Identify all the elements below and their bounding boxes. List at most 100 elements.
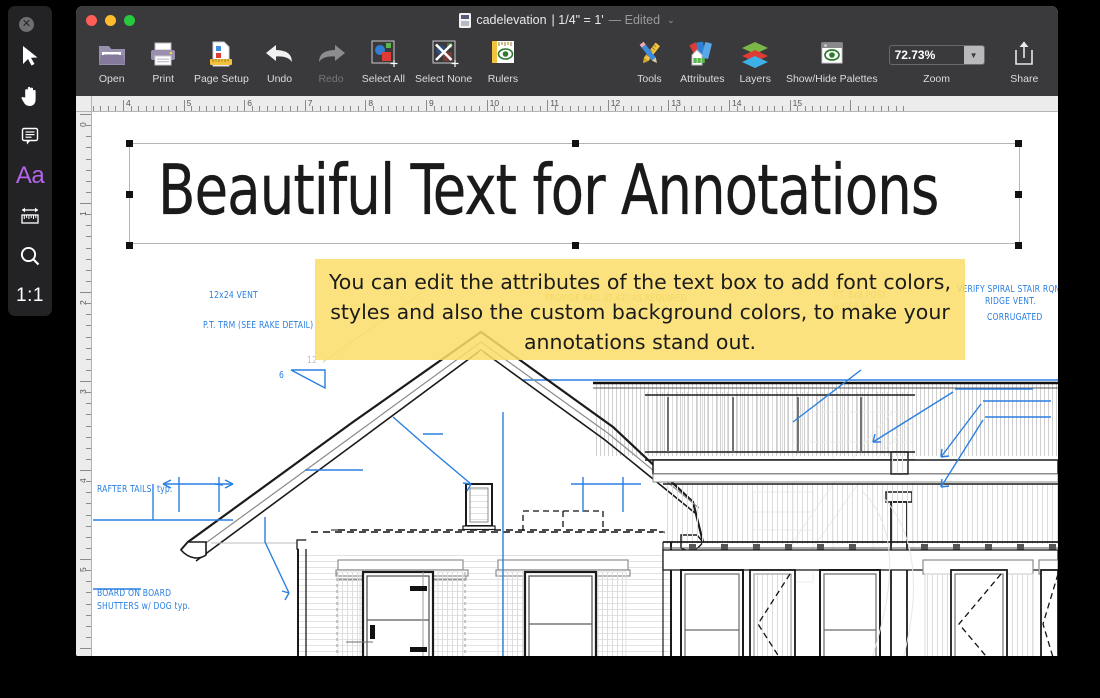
hand-icon	[21, 86, 36, 106]
ruler-tick	[229, 106, 231, 111]
toolbar-attributes-button[interactable]: Attributes	[675, 37, 729, 85]
ruler-tick	[327, 106, 329, 111]
ruler-tick	[532, 106, 534, 111]
ruler-tick	[668, 100, 670, 111]
ruler-tick	[86, 180, 91, 182]
ruler-tick	[153, 106, 155, 111]
ruler-tick	[86, 169, 91, 171]
toolbar: Open Print Page Setup Undo Redo Select A…	[76, 34, 1058, 96]
cad-annotation-4: SHUTTERS w/ DOG typ.	[97, 601, 191, 613]
ruler-tick	[86, 225, 91, 227]
resize-handle-sw[interactable]	[126, 242, 133, 249]
resize-handle-nw[interactable]	[126, 140, 133, 147]
ruler-label: 15	[792, 98, 803, 108]
close-button[interactable]	[86, 15, 97, 26]
toolbar-layers-button[interactable]: Layers	[729, 37, 780, 85]
ruler-tick	[388, 106, 390, 111]
measure-tool[interactable]	[8, 196, 52, 236]
ruler-tick	[206, 106, 208, 111]
resize-handle-n[interactable]	[572, 140, 579, 147]
actual-size-label: 1:1	[16, 285, 44, 306]
ruler-tick	[585, 106, 587, 111]
ruler-tick	[86, 403, 91, 405]
horizontal-ruler[interactable]: 4 5 6 7 8 9 10 11 12 13 14 15	[76, 96, 1058, 112]
minimize-button[interactable]	[105, 15, 116, 26]
toolbar-page-setup-button[interactable]: Page Setup	[189, 37, 254, 85]
toolbar-tools-button[interactable]: Tools	[624, 37, 675, 85]
select-all-icon	[367, 37, 399, 71]
ruler-tick	[244, 100, 246, 111]
toolbar-print-label: Print	[152, 73, 174, 85]
ruler-label: 0	[78, 122, 88, 127]
toolbar-redo-button[interactable]: Redo	[305, 37, 356, 85]
ruler-tick	[410, 106, 412, 111]
chevron-down-icon[interactable]: ⌄	[667, 15, 675, 26]
share-upload-icon	[1010, 37, 1038, 71]
ruler-tick	[86, 581, 91, 583]
close-icon[interactable]: ✕	[19, 17, 34, 32]
ruler-tick	[80, 292, 91, 293]
ruler-tick	[80, 559, 91, 560]
ruler-tick	[418, 106, 420, 111]
ruler-tick	[539, 106, 541, 111]
ruler-tick	[448, 106, 450, 111]
toolbar-select-all-button[interactable]: Select All	[357, 37, 410, 85]
resize-handle-s[interactable]	[572, 242, 579, 249]
toolbar-undo-button[interactable]: Undo	[254, 37, 305, 85]
ruler-tick	[365, 100, 367, 111]
ruler-label: 4	[78, 478, 88, 483]
vertical-ruler[interactable]: 0123456	[76, 112, 92, 656]
ruler-tick	[880, 106, 882, 111]
ruler-tick	[395, 106, 397, 111]
ruler-label: 14	[732, 98, 742, 108]
ruler-tick	[759, 106, 761, 111]
pan-hand-tool[interactable]	[8, 76, 52, 116]
zoom-control: 72.73% ▼ Zoom	[888, 37, 985, 85]
toolbar-select-none-button[interactable]: Select None	[410, 37, 477, 85]
toolbar-palettes-button[interactable]: Show/Hide Palettes	[781, 37, 883, 85]
open-folder-icon	[97, 37, 127, 71]
ruler-tick	[86, 525, 91, 527]
window-title: cadelevation | 1/4" = 1' — Edited ⌄	[459, 12, 675, 28]
ruler-tick	[236, 106, 238, 111]
ruler-tick	[835, 106, 837, 111]
callout-tool[interactable]	[8, 116, 52, 156]
ruler-tick	[751, 106, 753, 111]
ruler-tick	[92, 106, 94, 111]
resize-handle-se[interactable]	[1015, 242, 1022, 249]
toolbar-share-label: Share	[1010, 73, 1039, 85]
maximize-button[interactable]	[124, 15, 135, 26]
ruler-tick	[86, 514, 91, 516]
resize-handle-e[interactable]	[1015, 191, 1022, 198]
cad-annotation-8: VERIFY SPIRAL STAIR RQMT	[957, 284, 1058, 296]
text-tool[interactable]: Aa	[8, 156, 52, 196]
resize-handle-ne[interactable]	[1015, 140, 1022, 147]
actual-size-tool[interactable]: 1:1	[8, 276, 52, 316]
toolbar-open-button[interactable]: Open	[86, 37, 137, 85]
drawing-canvas[interactable]: P.T. TRM (SEE RAKE DETAIL) 12x24 VENT RA…	[93, 112, 1058, 656]
ruler-tick	[86, 269, 91, 271]
resize-handle-w[interactable]	[126, 191, 133, 198]
ruler-tick	[297, 106, 299, 111]
chevron-down-icon[interactable]: ▼	[963, 46, 984, 64]
toolbar-print-button[interactable]: Print	[137, 37, 188, 85]
zoom-field[interactable]: 72.73% ▼	[888, 45, 985, 65]
arrow-select-tool[interactable]	[8, 36, 52, 76]
title-text-object[interactable]: Beautiful Text for Annotations	[126, 140, 1022, 249]
cad-annotation-10: CORRUGATED	[987, 312, 1043, 324]
ruler-label: 3	[78, 389, 88, 394]
ruler-tick	[168, 106, 170, 111]
annotation-note[interactable]: You can edit the attributes of the text …	[315, 259, 965, 360]
edited-status: — Edited	[608, 13, 661, 27]
ruler-tick	[282, 106, 284, 111]
toolbar-select-all-label: Select All	[361, 73, 405, 85]
zoom-input[interactable]: 72.73%	[890, 46, 964, 64]
ruler-label: 6	[247, 98, 252, 108]
toolbar-rulers-button[interactable]: Rulers	[477, 37, 528, 85]
magnify-tool[interactable]	[8, 236, 52, 276]
ruler-tick	[80, 648, 91, 649]
ruler-tick	[107, 106, 109, 111]
redo-arrow-icon	[314, 37, 348, 71]
toolbar-share-button[interactable]: Share	[999, 37, 1050, 85]
toolbar-open-label: Open	[98, 73, 125, 85]
